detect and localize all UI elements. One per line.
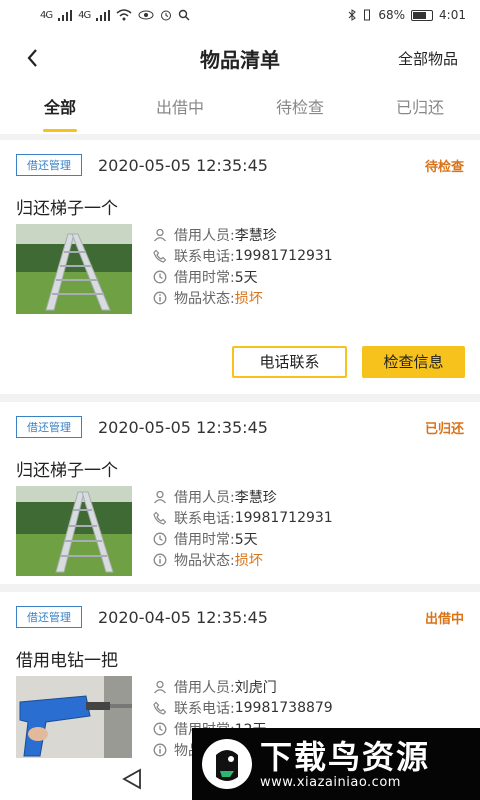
wifi-icon xyxy=(116,9,132,21)
drill-photo xyxy=(16,676,132,758)
status-bar: 4G 4G 68% 4:01 xyxy=(0,0,480,30)
record-card[interactable]: 借还管理 2020-05-05 12:35:45 待检查 归还梯子一个 借用人员… xyxy=(0,140,480,394)
signal-icon: 4G xyxy=(40,9,53,21)
phone-label: 联系电话: xyxy=(174,510,235,527)
borrower-name: 刘虎门 xyxy=(234,679,277,696)
category-tag: 借还管理 xyxy=(16,154,82,176)
watermark-url: www.xiazainiao.com xyxy=(260,774,401,790)
borrower-label: 借用人员: xyxy=(174,679,235,696)
signal-icon-2: 4G xyxy=(78,9,91,21)
phone-icon xyxy=(153,511,167,525)
duration-label: 借用时常: xyxy=(174,269,235,286)
watermark-title: 下载鸟资源 xyxy=(260,737,431,776)
borrow-duration: 5天 xyxy=(234,269,258,286)
search-icon xyxy=(179,9,190,21)
tab-all[interactable]: 全部 xyxy=(0,86,120,134)
category-tag: 借还管理 xyxy=(16,416,82,438)
phone-icon xyxy=(153,249,167,263)
record-card[interactable]: 借还管理 2020-05-05 12:35:45 已归还 归还梯子一个 借用人员… xyxy=(0,402,480,584)
ladder-photo xyxy=(16,486,132,576)
clock-icon xyxy=(153,722,167,735)
alarm-icon xyxy=(161,10,172,21)
phone-label: 联系电话: xyxy=(174,700,235,717)
call-contact-button[interactable]: 电话联系 xyxy=(232,346,347,378)
clock-icon xyxy=(153,532,167,545)
item-condition: 损坏 xyxy=(234,290,263,307)
info-icon xyxy=(153,291,167,304)
condition-label: 物品状态: xyxy=(174,552,235,569)
info-icon xyxy=(153,743,167,756)
tab-returned[interactable]: 已归还 xyxy=(360,86,480,134)
status-tabs: 全部 出借中 待检查 已归还 xyxy=(0,86,480,134)
bluetooth-icon xyxy=(349,9,357,21)
borrow-duration: 5天 xyxy=(234,531,258,548)
clock-icon xyxy=(153,270,167,283)
clock: 4:01 xyxy=(439,8,466,22)
phone-number: 19981712931 xyxy=(234,247,333,264)
person-icon xyxy=(154,490,166,503)
status-badge: 待检查 xyxy=(424,159,464,175)
bird-logo-icon xyxy=(202,739,252,789)
status-badge: 已归还 xyxy=(424,421,464,437)
phone-icon xyxy=(153,701,167,715)
borrower-label: 借用人员: xyxy=(174,227,235,244)
record-datetime: 2020-05-05 12:35:45 xyxy=(98,417,268,437)
phone-label: 联系电话: xyxy=(174,248,235,265)
vibrate-icon xyxy=(364,9,371,21)
check-info-button[interactable]: 检查信息 xyxy=(362,346,465,378)
category-tag: 借还管理 xyxy=(16,606,82,628)
app-header: 物品清单 全部物品 xyxy=(0,30,480,86)
person-icon xyxy=(154,228,166,241)
phone-number: 19981738879 xyxy=(234,699,333,716)
info-icon xyxy=(153,553,167,566)
person-icon xyxy=(154,680,166,693)
chevron-left-icon xyxy=(27,49,37,67)
record-datetime: 2020-04-05 12:35:45 xyxy=(98,607,268,627)
item-title: 归还梯子一个 xyxy=(16,461,118,481)
tab-pending-check[interactable]: 待检查 xyxy=(240,86,360,134)
tab-lending[interactable]: 出借中 xyxy=(120,86,240,134)
triangle-back-icon xyxy=(122,768,141,790)
item-condition: 损坏 xyxy=(234,552,263,569)
borrower-label: 借用人员: xyxy=(174,489,235,506)
eye-icon xyxy=(138,10,154,20)
item-title: 借用电钻一把 xyxy=(16,651,118,671)
nav-back-button[interactable] xyxy=(118,766,148,792)
record-datetime: 2020-05-05 12:35:45 xyxy=(98,155,268,175)
signal-bars-icon-2 xyxy=(96,9,111,21)
duration-label: 借用时常: xyxy=(174,531,235,548)
status-badge: 出借中 xyxy=(424,611,464,627)
phone-number: 19981712931 xyxy=(234,509,333,526)
condition-label: 物品状态: xyxy=(174,290,235,307)
back-button[interactable] xyxy=(14,42,50,74)
all-items-link[interactable]: 全部物品 xyxy=(398,48,458,69)
battery-icon xyxy=(411,9,434,21)
borrower-name: 李慧珍 xyxy=(234,489,277,506)
signal-bars-icon xyxy=(58,9,73,21)
borrower-name: 李慧珍 xyxy=(234,227,277,244)
item-title: 归还梯子一个 xyxy=(16,199,118,219)
watermark-banner: 下载鸟资源 www.xiazainiao.com xyxy=(192,728,480,800)
battery-percent: 68% xyxy=(378,8,406,22)
ladder-photo xyxy=(16,224,132,314)
